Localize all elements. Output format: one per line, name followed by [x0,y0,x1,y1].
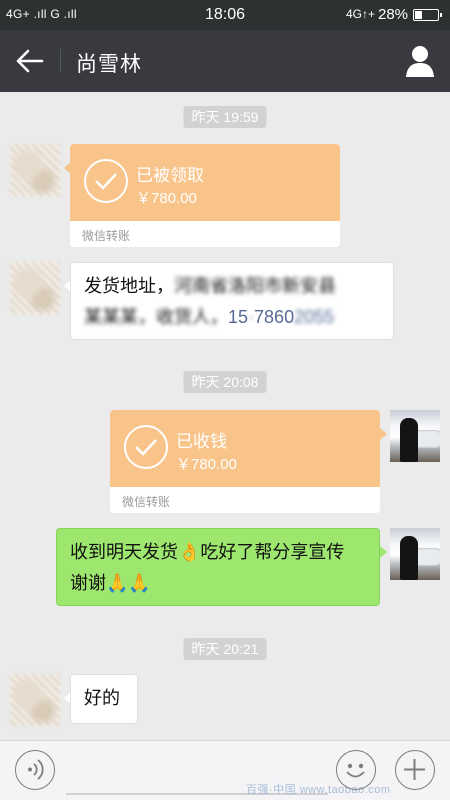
address-line-2: 某某某，收货人，15·78602055 [84,307,335,327]
transfer-card-top: 已被领取 ￥780.00 [70,144,340,221]
reply-line-1: 收到明天发货👌吃好了帮分享宣传 [70,542,345,563]
pray-emoji: 🙏🙏 [106,573,151,594]
transfer-card-footer: 微信转账 [110,487,380,513]
contact-avatar[interactable] [10,674,60,726]
transfer-caption: 微信转账 [82,229,131,243]
address-line-1: 发货地址，河南省洛阳市新安县 [84,276,336,296]
plus-icon [404,759,425,780]
transfer-status: 已收钱 [176,432,227,451]
battery-percent: 28% [378,6,409,23]
chat-header: 尚雪林 [0,30,450,92]
header-divider [60,49,61,73]
message-bubble-address[interactable]: 发货地址，河南省洛阳市新安县 某某某，收货人，15·78602055 [70,262,394,340]
input-bar: 百强·中国 www.taobao.com [0,740,450,800]
my-avatar[interactable] [390,528,440,580]
transfer-card-sent[interactable]: 已收钱 ￥780.00 微信转账 [110,410,380,513]
transfer-card-received[interactable]: 已被领取 ￥780.00 微信转账 [70,144,340,247]
transfer-amount: ￥780.00 [176,456,237,473]
voice-button[interactable] [15,750,55,790]
transfer-card-top: 已收钱 ￥780.00 [110,410,380,487]
check-circle-icon [84,159,128,203]
message-bubble-ok[interactable]: 好的 [70,674,138,724]
transfer-card-footer: 微信转账 [70,221,340,247]
network-indicator: 4G↑+ [346,7,376,21]
battery-icon [413,9,442,21]
message-list[interactable]: 昨天 19:59 已被领取 ￥780.00 微信转账 发货地址，河南省洛阳市新安… [0,92,450,740]
my-avatar[interactable] [390,410,440,462]
transfer-status: 已被领取 [136,166,204,185]
transfer-amount: ￥780.00 [136,190,197,207]
message-bubble-reply[interactable]: 收到明天发货👌吃好了帮分享宣传 谢谢🙏🙏 [56,528,380,606]
contact-avatar[interactable] [10,144,60,196]
ok-hand-emoji: 👌 [178,542,201,563]
emoji-icon [346,763,365,778]
transfer-caption: 微信转账 [122,495,171,509]
chat-title: 尚雪林 [76,53,142,76]
bubble-tail [380,546,387,558]
timestamp: 昨天 20:21 [183,638,267,660]
plus-button[interactable] [395,750,435,790]
person-icon [406,46,434,77]
bubble-tail [380,428,387,440]
reply-line-2: 谢谢🙏🙏 [70,573,151,594]
emoji-button[interactable] [336,750,376,790]
profile-button[interactable] [404,44,436,78]
back-arrow-icon [16,49,44,73]
status-bar: 4G+ .ıll G .ıll 18:06 4G↑+ 28% [0,0,450,30]
check-circle-icon [124,425,168,469]
back-button[interactable] [14,47,46,75]
timestamp: 昨天 19:59 [183,106,267,128]
timestamp: 昨天 20:08 [183,371,267,393]
voice-icon [28,759,44,780]
contact-avatar[interactable] [10,262,60,314]
